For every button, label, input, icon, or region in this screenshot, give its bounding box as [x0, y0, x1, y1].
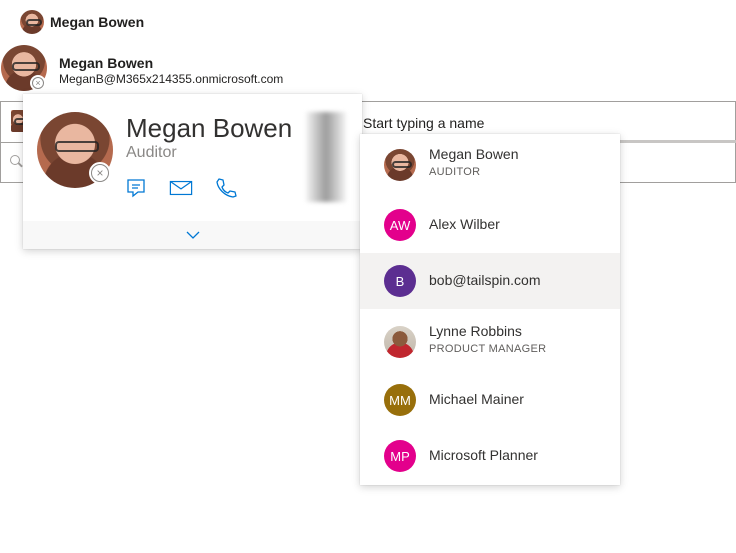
- suggestion-name: Microsoft Planner: [429, 447, 538, 463]
- initials-avatar: AW: [384, 209, 416, 241]
- person-name: Megan Bowen: [59, 55, 154, 71]
- suggestion-item[interactable]: AW Alex Wilber: [360, 197, 620, 253]
- avatar: [384, 149, 416, 181]
- suggestion-item[interactable]: Lynne Robbins PRODUCT MANAGER: [360, 314, 620, 370]
- picker-input[interactable]: Start typing a name: [363, 115, 484, 131]
- expand-card-button[interactable]: [23, 221, 362, 249]
- card-person-title: Auditor: [126, 144, 177, 161]
- presence-offline-icon: ×: [89, 162, 111, 184]
- person-inline[interactable]: Megan Bowen: [20, 10, 144, 34]
- phone-icon[interactable]: [214, 176, 238, 200]
- suggestion-name: Michael Mainer: [429, 391, 524, 407]
- person-name: Megan Bowen: [50, 14, 145, 30]
- initials-avatar: B: [384, 265, 416, 297]
- search-icon: [10, 155, 20, 165]
- suggestion-item[interactable]: Megan Bowen AUDITOR: [360, 137, 620, 193]
- suggestion-item[interactable]: MM Michael Mainer: [360, 372, 620, 428]
- suggestion-name: Alex Wilber: [429, 216, 500, 232]
- avatar: [384, 326, 416, 358]
- card-person-name: Megan Bowen: [126, 113, 293, 143]
- suggestion-item[interactable]: B bob@tailspin.com: [360, 253, 620, 309]
- avatar: [20, 10, 44, 34]
- initials-avatar: MM: [384, 384, 416, 416]
- suggestion-name: bob@tailspin.com: [429, 272, 541, 288]
- person-email: MeganB@M365x214355.onmicrosoft.com: [59, 72, 284, 86]
- suggestion-title: PRODUCT MANAGER: [429, 343, 547, 355]
- person-card: × Megan Bowen Auditor: [23, 94, 362, 249]
- suggestion-title: AUDITOR: [429, 166, 481, 178]
- suggestion-list: Megan Bowen AUDITOR AW Alex Wilber B bob…: [360, 134, 620, 485]
- mail-icon[interactable]: [169, 176, 193, 200]
- chat-icon[interactable]: [124, 176, 148, 200]
- suggestion-name: Lynne Robbins: [429, 323, 522, 339]
- card-overflow-fade: [306, 112, 346, 202]
- chevron-down-icon: [186, 231, 199, 239]
- presence-offline-icon: ×: [30, 75, 46, 91]
- suggestion-item[interactable]: MP Microsoft Planner: [360, 428, 620, 484]
- initials-avatar: MP: [384, 440, 416, 472]
- suggestion-name: Megan Bowen: [429, 146, 519, 162]
